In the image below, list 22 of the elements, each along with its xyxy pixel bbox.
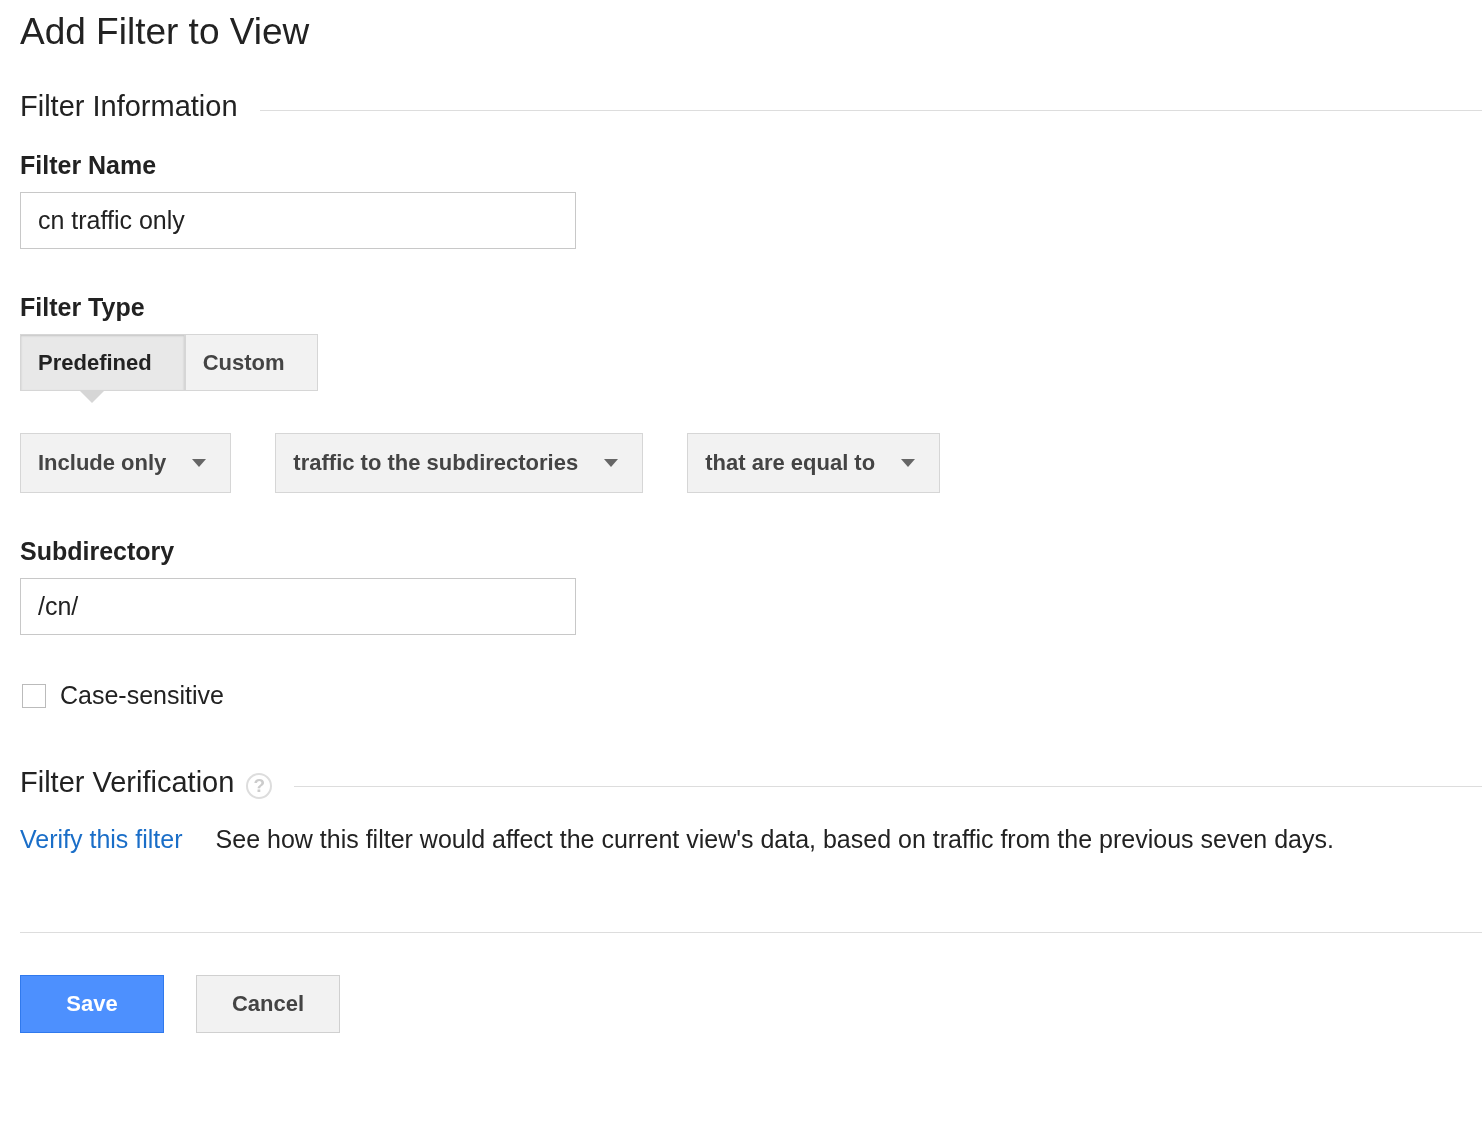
cancel-button[interactable]: Cancel — [196, 975, 340, 1033]
checkbox[interactable] — [22, 683, 46, 708]
field-label: Subdirectory — [20, 537, 176, 566]
caret-icon — [604, 459, 619, 467]
caret-icon — [901, 459, 916, 467]
checkbox-label: Case-sensitive — [60, 681, 224, 710]
filter-name-field[interactable]: cn traffic only — [20, 192, 576, 249]
filter-type-tab[interactable]: Predefined — [20, 334, 185, 391]
dropdown[interactable]: that are equal to — [687, 433, 941, 493]
dropdown[interactable]: traffic to the subdirectories — [275, 433, 644, 493]
section-heading: Filter Information — [20, 90, 238, 123]
field-label: Filter Type — [20, 293, 146, 322]
pointer-icon — [80, 391, 104, 403]
field-label: Filter Name — [20, 151, 158, 180]
section-heading: Filter Verification — [20, 766, 235, 799]
filter-type-tab[interactable]: Custom — [184, 334, 318, 391]
verify-link[interactable]: Verify this filter — [20, 825, 183, 854]
dropdown[interactable]: Include only — [20, 433, 232, 493]
verify-description: See how this filter would affect the current view's data, based on traffic from the previous seven days. — [215, 825, 1334, 854]
caret-icon — [192, 459, 207, 467]
page-title: Add Filter to View — [20, 10, 311, 54]
subdirectory-field[interactable]: /cn/ — [20, 578, 576, 635]
